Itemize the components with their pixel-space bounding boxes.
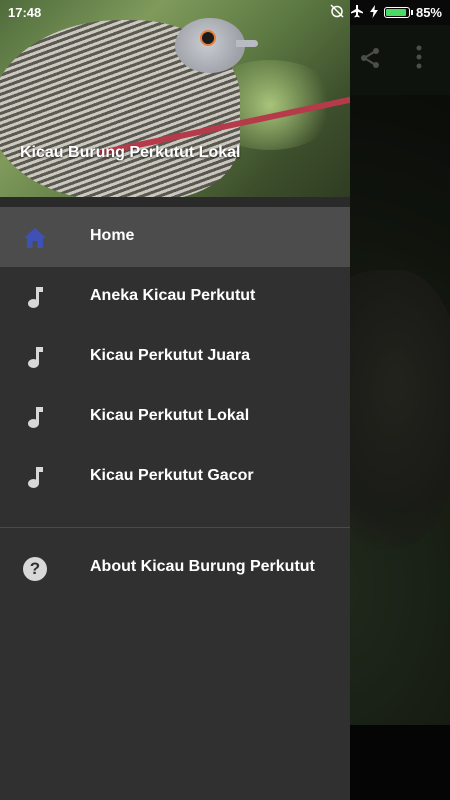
- music-note-icon: [22, 285, 48, 311]
- music-note-icon: [22, 345, 48, 371]
- music-note-icon: [22, 465, 48, 491]
- charging-icon: [369, 4, 378, 21]
- drawer-menu: Home Aneka Kicau Perkutut Kicau Perkutut…: [0, 207, 350, 598]
- menu-item-label: Home: [90, 227, 135, 244]
- menu-item-label: Kicau Perkutut Gacor: [90, 467, 254, 484]
- status-time: 17:48: [8, 5, 42, 20]
- menu-item-label: Aneka Kicau Perkutut: [90, 287, 256, 304]
- airplane-mode-icon: [350, 4, 364, 21]
- music-note-icon: [22, 405, 48, 431]
- drawer-title: Kicau Burung Perkutut Lokal: [20, 144, 241, 161]
- header-separator: [0, 197, 350, 207]
- header-bird-eye: [200, 30, 216, 46]
- status-bar: 17:48 85%: [0, 0, 450, 25]
- battery-percentage: 85%: [415, 5, 442, 20]
- menu-item-kicau-perkutut-juara[interactable]: Kicau Perkutut Juara: [0, 327, 350, 387]
- menu-divider: [0, 527, 350, 528]
- menu-item-label: Kicau Perkutut Lokal: [90, 407, 250, 424]
- menu-item-aneka-kicau-perkutut[interactable]: Aneka Kicau Perkutut: [0, 267, 350, 327]
- battery-icon: [383, 7, 413, 18]
- menu-item-kicau-perkutut-lokal[interactable]: Kicau Perkutut Lokal: [0, 387, 350, 447]
- menu-item-home[interactable]: Home: [0, 207, 350, 267]
- menu-item-about[interactable]: ? About Kicau Burung Perkutut: [0, 538, 350, 598]
- drawer-header: Kicau Burung Perkutut Lokal: [0, 0, 350, 197]
- header-bird-beak: [236, 40, 258, 47]
- menu-item-label: About Kicau Burung Perkutut: [90, 558, 315, 575]
- help-circle-icon: ?: [22, 556, 48, 582]
- alarm-off-icon: [330, 4, 344, 21]
- menu-item-kicau-perkutut-gacor[interactable]: Kicau Perkutut Gacor: [0, 447, 350, 507]
- home-icon: [22, 225, 48, 251]
- navigation-drawer: Kicau Burung Perkutut Lokal Home Aneka K…: [0, 0, 350, 800]
- menu-item-label: Kicau Perkutut Juara: [90, 347, 251, 364]
